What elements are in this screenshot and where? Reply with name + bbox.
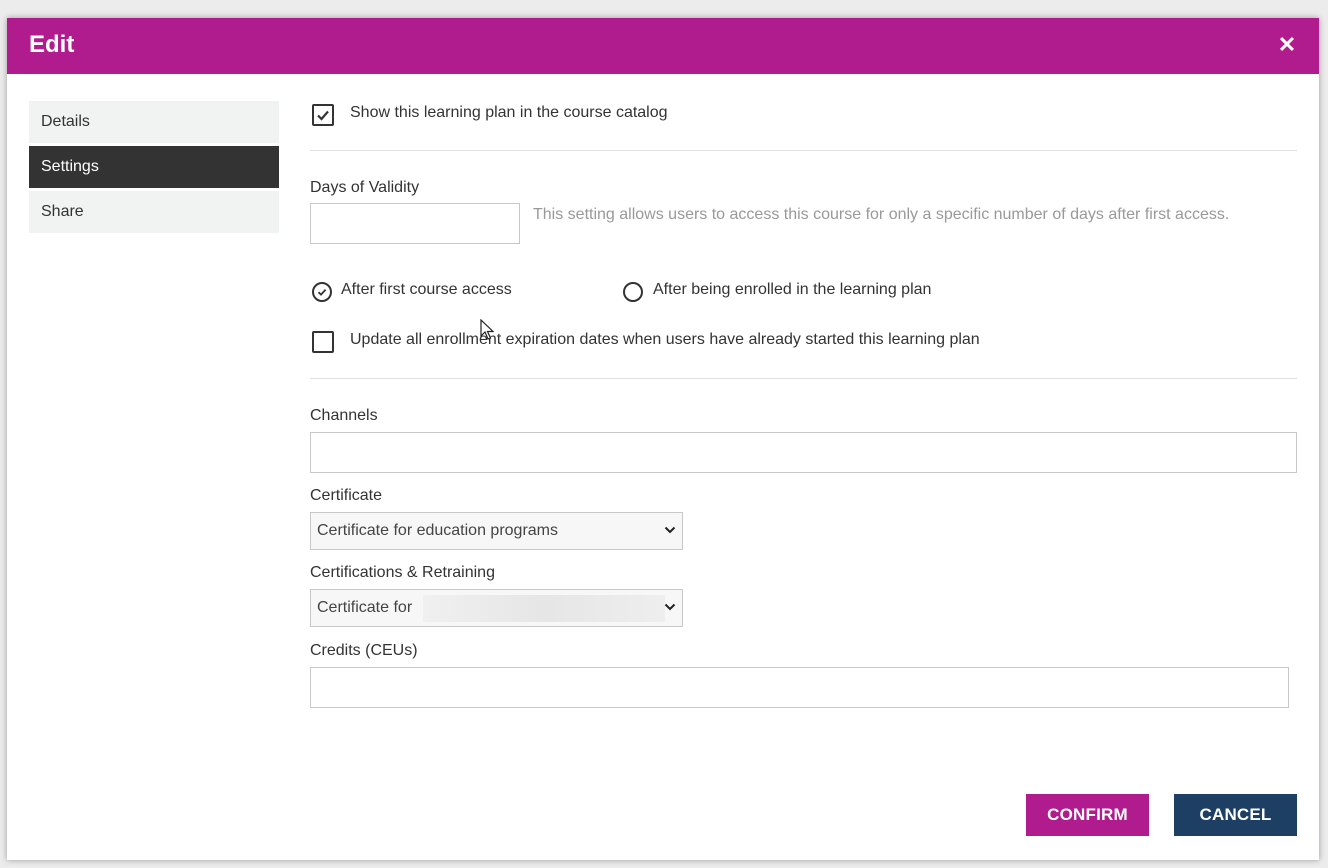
redacted-text: [423, 595, 665, 622]
certificate-label: Certificate: [310, 487, 383, 504]
sidebar-item-share[interactable]: Share: [29, 191, 279, 236]
radio-after-first-access[interactable]: [312, 282, 332, 302]
days-of-validity-input[interactable]: [310, 203, 520, 244]
certificate-selected-value: Certificate for education programs: [317, 522, 558, 539]
cancel-button[interactable]: CANCEL: [1174, 794, 1297, 836]
update-expiration-label: Update all enrollment expiration dates w…: [350, 331, 980, 348]
radio-after-first-access-label: After first course access: [341, 281, 512, 298]
credits-label: Credits (CEUs): [310, 642, 418, 659]
retraining-select[interactable]: Certificate for: [310, 589, 683, 627]
confirm-button[interactable]: CONFIRM: [1026, 794, 1149, 836]
days-of-validity-hint: This setting allows users to access this…: [533, 206, 1230, 223]
radio-after-enrollment-label: After being enrolled in the learning pla…: [653, 281, 932, 298]
show-in-catalog-checkbox[interactable]: [312, 104, 334, 126]
chevron-down-icon: [664, 603, 676, 611]
channels-input[interactable]: [310, 432, 1297, 473]
days-of-validity-label: Days of Validity: [310, 179, 420, 196]
edit-dialog: Edit ✕ Details Settings Share Show this …: [7, 18, 1319, 860]
settings-panel: Show this learning plan in the course ca…: [310, 18, 1300, 860]
retraining-label: Certifications & Retraining: [310, 564, 495, 581]
mouse-pointer-icon: [480, 319, 494, 340]
checkmark-icon: [317, 110, 329, 121]
retraining-selected-value: Certificate for: [317, 599, 413, 616]
settings-sidebar: Details Settings Share: [29, 101, 279, 236]
radio-check-icon: [317, 288, 327, 296]
channels-label: Channels: [310, 407, 378, 424]
sidebar-item-details[interactable]: Details: [29, 101, 279, 146]
dialog-title: Edit: [29, 31, 75, 58]
show-in-catalog-label: Show this learning plan in the course ca…: [350, 104, 668, 121]
section-divider: [310, 378, 1297, 379]
certificate-select[interactable]: Certificate for education programs: [310, 512, 683, 550]
update-expiration-checkbox[interactable]: [312, 331, 334, 353]
sidebar-item-settings[interactable]: Settings: [29, 146, 279, 191]
chevron-down-icon: [664, 526, 676, 534]
credits-input[interactable]: [310, 667, 1289, 708]
section-divider: [310, 150, 1297, 151]
radio-after-enrollment[interactable]: [623, 282, 643, 302]
